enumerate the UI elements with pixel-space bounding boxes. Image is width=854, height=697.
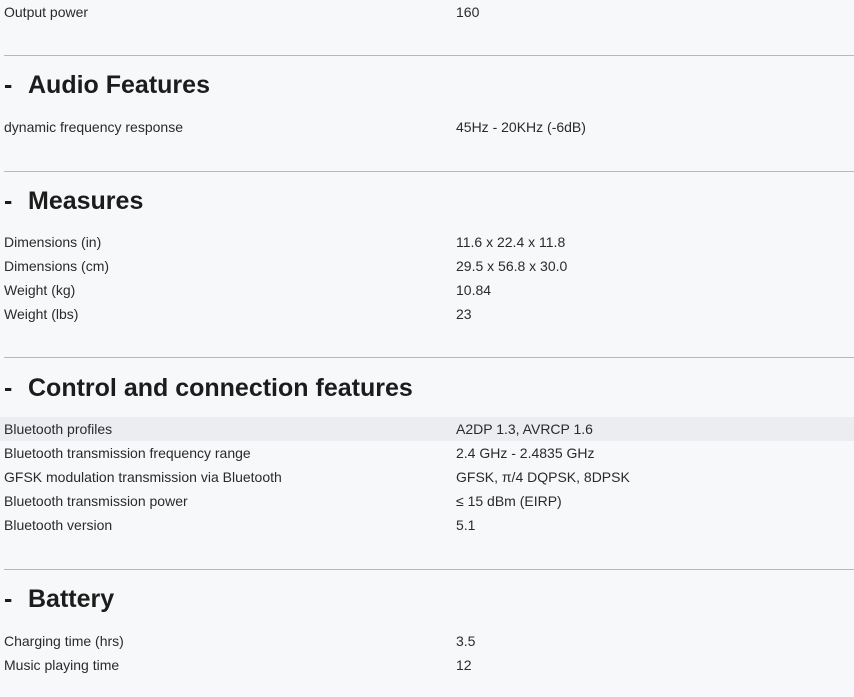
spec-row: Weight (lbs) 23	[0, 302, 854, 326]
spec-row: GFSK modulation transmission via Bluetoo…	[0, 465, 854, 489]
spec-value: 3.5	[456, 633, 476, 649]
spec-value: 5.1	[456, 517, 476, 533]
section-title: Control and connection features	[28, 374, 413, 402]
section-heading-battery[interactable]: - Battery	[4, 582, 114, 616]
spec-label: GFSK modulation transmission via Bluetoo…	[4, 469, 282, 485]
spec-label: Dimensions (in)	[4, 234, 102, 250]
collapse-toggle-icon[interactable]: -	[4, 371, 28, 405]
spec-value: 160	[456, 4, 480, 20]
section-title: Audio Features	[28, 71, 210, 99]
spec-row: Weight (kg) 10.84	[0, 278, 854, 302]
section-heading-measures[interactable]: - Measures	[4, 184, 143, 218]
spec-label: Weight (kg)	[4, 282, 76, 298]
spec-value: 11.6 x 22.4 x 11.8	[456, 234, 566, 250]
spec-label: Bluetooth transmission frequency range	[4, 445, 251, 461]
spec-row: Bluetooth profiles A2DP 1.3, AVRCP 1.6	[0, 417, 854, 441]
spec-value: 29.5 x 56.8 x 30.0	[456, 258, 568, 274]
spec-row: Dimensions (cm) 29.5 x 56.8 x 30.0	[0, 254, 854, 278]
collapse-toggle-icon[interactable]: -	[4, 68, 28, 102]
spec-value: GFSK, π/4 DQPSK, 8DPSK	[456, 469, 630, 485]
spec-value: 10.84	[456, 282, 492, 298]
spec-value: 12	[456, 657, 472, 673]
collapse-toggle-icon[interactable]: -	[4, 582, 28, 616]
spec-row: Bluetooth transmission power ≤ 15 dBm (E…	[0, 489, 854, 513]
collapse-toggle-icon[interactable]: -	[4, 184, 28, 218]
spec-value: 45Hz - 20KHz (-6dB)	[456, 119, 586, 135]
section-heading-audio-features[interactable]: - Audio Features	[4, 68, 210, 102]
spec-label: Bluetooth version	[4, 517, 113, 533]
section-title: Battery	[28, 585, 115, 613]
spec-label: Weight (lbs)	[4, 306, 79, 322]
spec-label: Charging time (hrs)	[4, 633, 124, 649]
spec-row: Bluetooth version 5.1	[0, 513, 854, 537]
section-divider	[4, 357, 854, 358]
spec-row: Charging time (hrs) 3.5	[0, 629, 854, 653]
section-divider	[4, 569, 854, 570]
spec-value: A2DP 1.3, AVRCP 1.6	[456, 421, 593, 437]
spec-row: Music playing time 12	[0, 653, 854, 677]
spec-row-output-power: Output power 160	[0, 0, 854, 24]
spec-label: Bluetooth transmission power	[4, 493, 188, 509]
spec-row: Bluetooth transmission frequency range 2…	[0, 441, 854, 465]
section-title: Measures	[28, 187, 144, 215]
section-heading-control-connection[interactable]: - Control and connection features	[4, 371, 413, 405]
spec-label: Music playing time	[4, 657, 120, 673]
spec-label: dynamic frequency response	[4, 119, 183, 135]
spec-value: 23	[456, 306, 472, 322]
spec-label: Dimensions (cm)	[4, 258, 110, 274]
section-divider	[4, 55, 854, 56]
section-divider	[4, 171, 854, 172]
spec-label: Output power	[4, 4, 89, 20]
spec-value: ≤ 15 dBm (EIRP)	[456, 493, 562, 509]
spec-label: Bluetooth profiles	[4, 421, 113, 437]
spec-row: dynamic frequency response 45Hz - 20KHz …	[0, 115, 854, 139]
spec-value: 2.4 GHz - 2.4835 GHz	[456, 445, 595, 461]
spec-row: Dimensions (in) 11.6 x 22.4 x 11.8	[0, 230, 854, 254]
